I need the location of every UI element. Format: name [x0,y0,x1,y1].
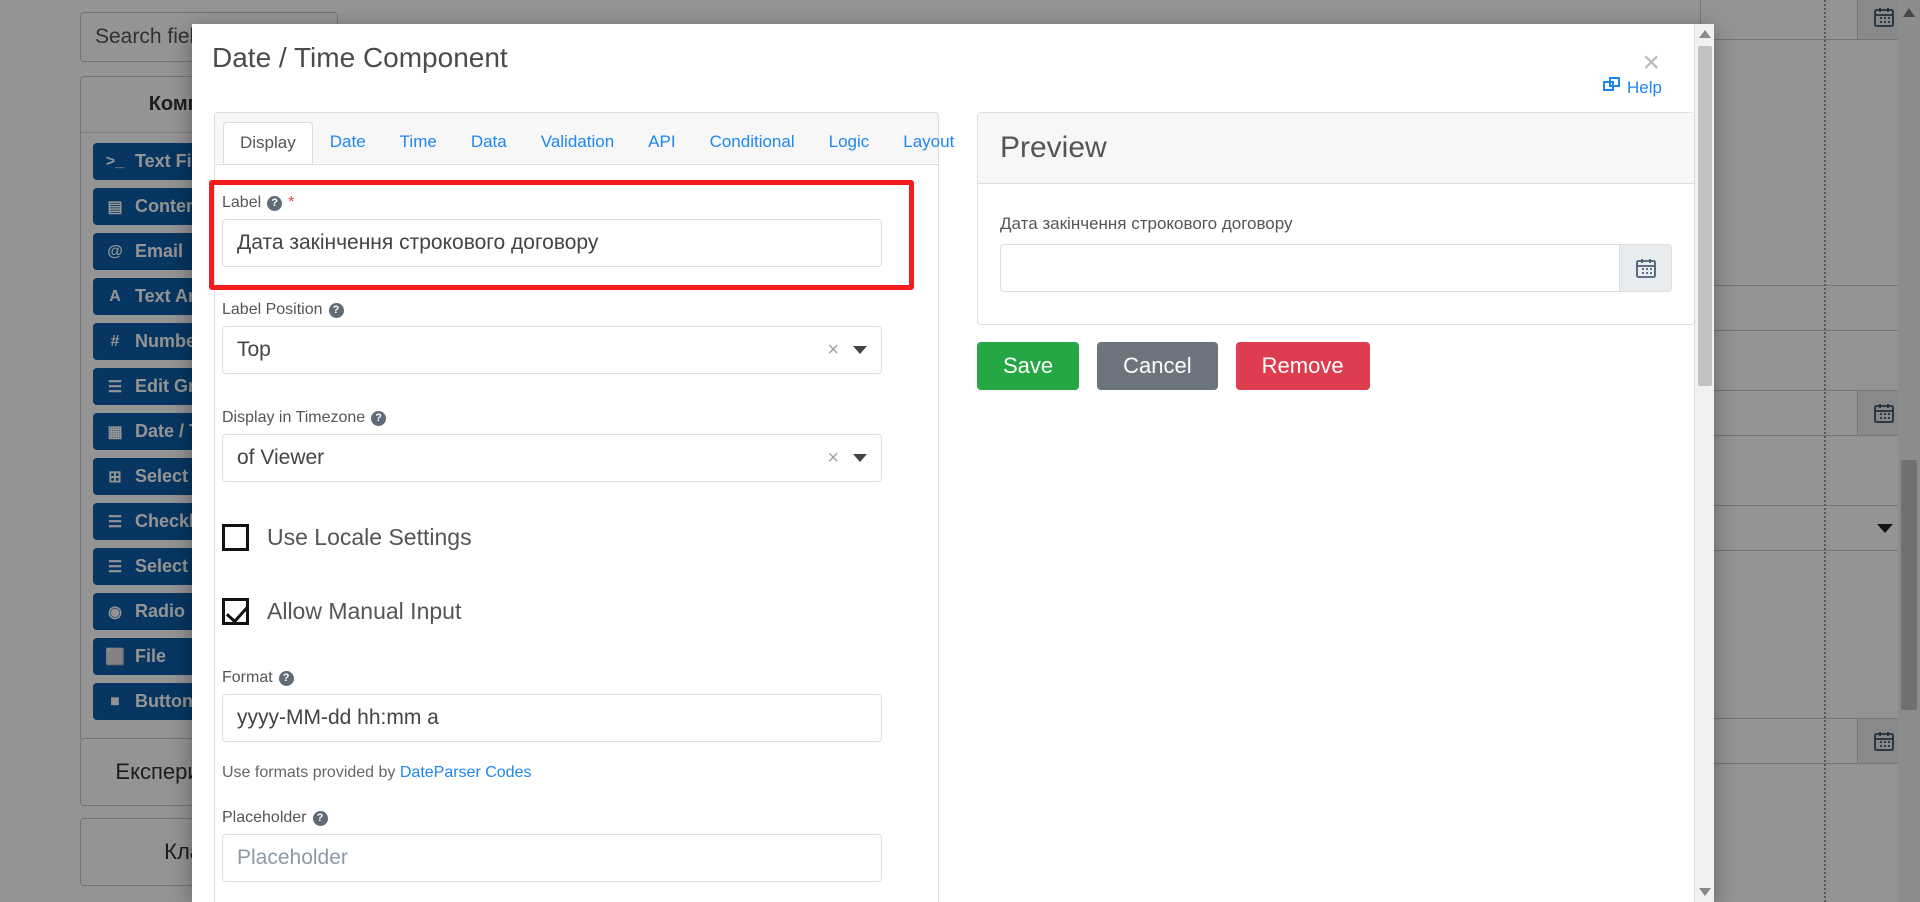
scroll-up-arrow-icon[interactable] [1699,30,1711,38]
external-window-icon [1603,76,1621,99]
placeholder-input[interactable] [222,834,882,882]
placeholder-group: Placeholder ? [222,809,882,882]
preview-field-label: Дата закінчення строкового договору [1000,214,1293,233]
preview-date-input-wrap[interactable] [1000,244,1672,292]
label-position-value: Top [237,338,271,361]
tab-time[interactable]: Time [383,121,454,163]
format-help-text: Use formats provided by DateParser Codes [222,764,531,782]
format-input[interactable] [222,694,882,742]
tab-display[interactable]: Display [223,122,313,164]
preview-card: Preview Дата закінчення строкового догов… [977,112,1695,325]
tab-data[interactable]: Data [454,121,524,163]
use-locale-settings-checkbox[interactable] [222,524,249,551]
label-field-group: Label ? * [222,194,882,267]
clear-icon[interactable]: × [827,339,839,362]
display-timezone-select[interactable]: of Viewer × [222,434,882,482]
label-position-group: Label Position ? Top × [222,301,882,374]
settings-tabs: Display Date Time Data Validation API Conditio… [214,112,954,164]
help-tooltip-icon[interactable]: ? [278,670,294,686]
clear-icon[interactable]: × [827,447,839,470]
required-marker: * [288,194,295,211]
tab-logic[interactable]: Logic [812,121,887,163]
preview-title: Preview [978,113,1694,184]
remove-button[interactable]: Remove [1235,342,1370,390]
modal-scrollbar-thumb[interactable] [1698,46,1712,386]
tab-validation[interactable]: Validation [524,121,631,163]
help-tooltip-icon[interactable]: ? [328,302,344,318]
chevron-down-icon[interactable] [853,346,867,354]
save-button[interactable]: Save [977,342,1080,390]
use-locale-settings-label: Use Locale Settings [267,524,472,550]
placeholder-label: Placeholder ? [222,809,882,827]
help-link-label: Help [1627,77,1662,97]
label-field-label-text: Label [222,194,262,211]
preview-body: Дата закінчення строкового договору [978,184,1694,324]
tab-api[interactable]: API [631,121,692,163]
date-time-component-modal: Date / Time Component × Help Display Date… [192,24,1714,902]
help-tooltip-icon[interactable]: ? [371,410,387,426]
preview-date-input[interactable] [1001,245,1619,291]
allow-manual-input-row[interactable]: Allow Manual Input [222,598,461,625]
display-timezone-value: of Viewer [237,446,325,469]
use-locale-settings-row[interactable]: Use Locale Settings [222,524,472,551]
placeholder-label-text: Placeholder [222,809,307,826]
label-position-label: Label Position ? [222,301,882,319]
format-label: Format ? [222,669,882,687]
allow-manual-input-checkbox[interactable] [222,598,249,625]
display-timezone-label-text: Display in Timezone [222,409,366,426]
help-tooltip-icon[interactable]: ? [267,195,283,211]
tab-conditional[interactable]: Conditional [693,121,812,163]
allow-manual-input-label: Allow Manual Input [267,598,462,624]
modal-action-buttons: Save Cancel Remove [977,342,1370,390]
scroll-down-arrow-icon[interactable] [1699,888,1711,896]
modal-scroll-area: Date / Time Component × Help Display Date… [192,24,1714,902]
format-help-prefix: Use formats provided by [222,764,400,781]
calendar-icon[interactable] [1619,245,1671,291]
format-group: Format ? [222,669,882,742]
display-timezone-label: Display in Timezone ? [222,409,882,427]
tab-date[interactable]: Date [313,121,383,163]
tab-layout[interactable]: Layout [886,121,971,163]
label-input[interactable] [222,219,882,267]
format-label-text: Format [222,669,273,686]
cancel-button[interactable]: Cancel [1097,342,1218,390]
dateparser-codes-link[interactable]: DateParser Codes [400,764,532,781]
help-tooltip-icon[interactable]: ? [312,810,328,826]
chevron-down-icon[interactable] [853,454,867,462]
label-position-label-text: Label Position [222,301,323,318]
modal-scrollbar[interactable] [1694,24,1714,902]
help-link[interactable]: Help [1603,76,1662,99]
label-position-select[interactable]: Top × [222,326,882,374]
label-field-label: Label ? * [222,194,882,212]
display-timezone-group: Display in Timezone ? of Viewer × [222,409,882,482]
modal-title: Date / Time Component [212,42,508,73]
close-icon[interactable]: × [1642,48,1660,78]
